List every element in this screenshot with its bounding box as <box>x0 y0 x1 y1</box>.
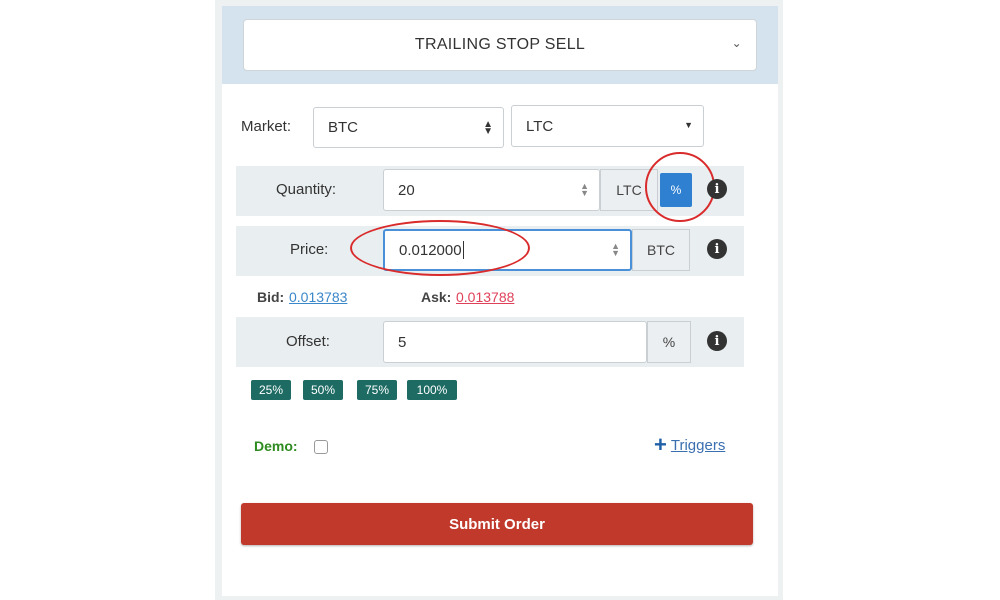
offset-label: Offset: <box>286 333 330 350</box>
stepper-icon: ▲ ▼ <box>611 241 620 258</box>
triggers-label: Triggers <box>670 436 726 454</box>
stepper-icon: ▲ ▼ <box>580 181 589 198</box>
bid-label: Bid: <box>257 289 285 305</box>
info-icon[interactable]: i <box>707 179 727 199</box>
order-type-label: TRAILING STOP SELL <box>414 36 586 53</box>
offset-value: 5 <box>398 333 407 351</box>
market-base-select[interactable]: BTC ▲ ▼ <box>313 107 504 148</box>
quantity-input[interactable]: 20 ▲ ▼ <box>383 169 600 211</box>
demo-label: Demo: <box>254 438 298 454</box>
percent-50-button[interactable]: 50% <box>303 380 343 400</box>
percent-75-button[interactable]: 75% <box>357 380 397 400</box>
offset-unit: % <box>647 321 691 363</box>
submit-order-button[interactable]: Submit Order <box>241 503 753 545</box>
info-icon[interactable]: i <box>707 331 727 351</box>
annotation-circle-percent <box>645 152 715 222</box>
percent-100-button[interactable]: 100% <box>407 380 457 400</box>
price-label: Price: <box>290 241 329 258</box>
ask-label: Ask: <box>421 289 452 305</box>
info-icon[interactable]: i <box>707 239 727 259</box>
percent-25-button[interactable]: 25% <box>251 380 291 400</box>
market-quote-select[interactable]: LTC ▼ <box>511 105 704 147</box>
market-base-value: BTC <box>328 119 358 136</box>
updown-icon: ▲ ▼ <box>483 118 493 137</box>
annotation-circle-price <box>350 220 530 276</box>
market-quote-value: LTC <box>526 117 554 135</box>
price-unit: BTC <box>632 229 690 271</box>
market-label: Market: <box>241 118 292 135</box>
demo-checkbox[interactable] <box>314 440 328 454</box>
order-type-select[interactable]: TRAILING STOP SELL ⌄ <box>243 19 757 71</box>
triggers-link[interactable]: + Triggers <box>654 432 726 457</box>
ask-value-link[interactable]: 0.013788 <box>456 289 514 305</box>
chevron-down-icon: ⌄ <box>731 36 742 50</box>
chevron-down-icon: ▼ <box>684 120 693 130</box>
bid-value-link[interactable]: 0.013783 <box>289 289 347 305</box>
quantity-value: 20 <box>398 181 415 199</box>
offset-input[interactable]: 5 <box>383 321 647 363</box>
quantity-label: Quantity: <box>276 181 337 198</box>
plus-icon: + <box>654 432 667 457</box>
